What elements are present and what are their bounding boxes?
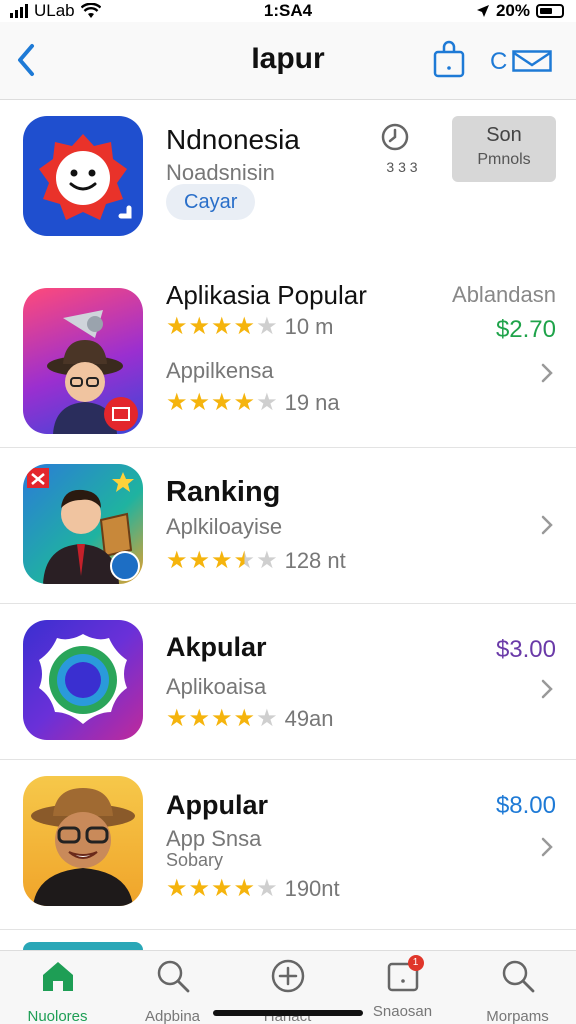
chevron-right-icon[interactable] [540, 678, 554, 700]
app-row[interactable]: Akpular $3.00 Aplikoaisa ★ ★ ★ ★ ★ 49an [0, 604, 576, 760]
star-icon: ★ [256, 389, 278, 416]
star-icon: ★ [256, 313, 278, 340]
search-icon [502, 960, 534, 993]
rating-stars: ★ ★ ★ ★ ★ 10 m [166, 314, 334, 340]
star-icon: ★ [233, 705, 256, 732]
star-icon: ★ [233, 875, 256, 902]
tab-label: Nuolores [27, 1008, 88, 1024]
star-icon: ★ [166, 389, 188, 416]
app-price[interactable]: $3.00 [496, 636, 556, 664]
rating-count: 19 na [284, 390, 340, 415]
star-icon: ★ [233, 313, 256, 340]
star-icon: ★ [233, 547, 256, 574]
star-icon: ★ [166, 547, 188, 574]
location-arrow-icon [476, 5, 489, 17]
app-subtitle: Aplkiloayise [166, 514, 283, 539]
tab-more[interactable]: Morpams [460, 957, 575, 1024]
home-icon [42, 962, 73, 991]
rating-stars: ★ ★ ★ ★ ★ 128 nt [166, 548, 346, 574]
star-icon: ★ [256, 705, 278, 732]
download-count: 3 3 3 [386, 159, 418, 175]
cart-label: C [490, 48, 508, 75]
notification-badge: 1 [407, 955, 424, 971]
star-icon: ★ [233, 389, 256, 416]
download-counter: 3 3 3 [380, 122, 424, 182]
share-button[interactable] [432, 40, 466, 80]
star-icon: ★ [166, 705, 188, 732]
featured-app-subtitle: Noadsnisin [166, 160, 275, 185]
star-icon: ★ [166, 875, 188, 902]
app-tag: Ablandasn [452, 282, 556, 307]
star-icon: ★ [188, 705, 211, 732]
chevron-right-icon[interactable] [540, 362, 554, 384]
star-icon: ★ [211, 875, 233, 902]
star-icon: ★ [211, 547, 233, 574]
rating-stars: ★ ★ ★ ★ ★ 190nt [166, 876, 340, 902]
category-badge[interactable]: Cayar [166, 184, 256, 220]
star-icon: ★ [188, 875, 211, 902]
mail-icon [512, 50, 552, 72]
cart-button[interactable]: C [490, 48, 556, 75]
star-icon: ★ [211, 389, 233, 416]
app-icon [23, 620, 143, 740]
app-title: Ranking [166, 476, 281, 508]
search-icon [157, 960, 189, 993]
chevron-left-icon [18, 44, 34, 76]
star-icon: ★ [188, 547, 211, 574]
star-icon: ★ [211, 705, 233, 732]
app-title: Appular [166, 790, 269, 820]
rating-count: 10 m [284, 314, 334, 339]
get-button-label: Son [486, 124, 522, 146]
star-icon: ★ [256, 547, 278, 574]
app-subtitle: App Snsa [166, 826, 262, 851]
app-title: Akpular [166, 632, 267, 662]
progress-icon [381, 123, 409, 151]
bag-icon [433, 40, 465, 78]
featured-app-title: Ndnonesia [166, 124, 300, 155]
rating-stars: ★ ★ ★ ★ ★ 49an [166, 706, 334, 732]
star-icon: ★ [188, 389, 211, 416]
star-icon: ★ [166, 313, 188, 340]
app-category: Sobary [166, 850, 224, 870]
star-icon: ★ [256, 875, 278, 902]
app-subtitle: Aplikoaisa [166, 674, 267, 699]
app-title: Aplikasia Popular [166, 280, 367, 310]
get-button-sublabel: Pmnols [477, 151, 531, 168]
app-price[interactable]: $2.70 [496, 316, 556, 344]
app-row[interactable]: Appular $8.00 App Snsa Sobary ★ ★ ★ ★ ★ 190nt [0, 760, 576, 930]
app-icon [23, 288, 143, 434]
rating-count: 49an [284, 706, 334, 731]
rating-stars: ★ ★ ★ ★ ★ 19 na [166, 390, 340, 416]
featured-app-icon [23, 116, 143, 236]
app-row[interactable]: Aplikasia Popular Ablandasn ★ ★ ★ ★ ★ 10 m $2… [0, 262, 576, 448]
app-subtitle: Appilkensa [166, 358, 274, 383]
app-icon [23, 776, 143, 906]
star-icon: ★ [211, 313, 233, 340]
app-row[interactable]: Ranking Aplkiloayise ★ ★ ★ ★ ★ 128 nt [0, 448, 576, 604]
app-price[interactable]: $8.00 [496, 792, 556, 820]
get-button[interactable]: Son Pmnols [452, 116, 556, 182]
rating-count: 190nt [284, 876, 340, 901]
add-icon [271, 959, 304, 993]
partial-app-icon [23, 942, 143, 950]
navigation-bar: Iapur C [0, 22, 576, 100]
battery-percent: 20% [495, 1, 530, 20]
tab-home[interactable]: Nuolores [0, 957, 115, 1024]
back-button[interactable] [12, 40, 42, 80]
chevron-right-icon[interactable] [540, 836, 554, 858]
tab-label: Morpams [486, 1008, 549, 1024]
app-icon [23, 464, 143, 584]
battery-icon [536, 4, 564, 18]
star-icon: ★ [188, 313, 211, 340]
rating-count: 128 nt [284, 548, 346, 573]
chevron-right-icon[interactable] [540, 514, 554, 536]
status-bar: ULab 1:SA4 20% [0, 0, 576, 22]
featured-app-row[interactable]: Ndnonesia Noadsnisin Cayar 3 3 3 Son Pmn… [0, 100, 576, 262]
home-indicator[interactable] [213, 1010, 363, 1016]
